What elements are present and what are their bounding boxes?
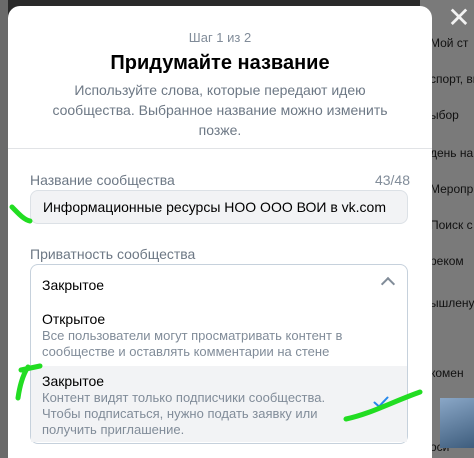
- step-indicator: Шаг 1 из 2: [188, 30, 252, 45]
- community-name-label: Название сообщества: [30, 172, 175, 188]
- background-text: день на: [430, 146, 474, 160]
- chevron-up-icon: [380, 276, 396, 292]
- background-thumbnail: [440, 398, 474, 448]
- modal-title: Придумайте название: [110, 52, 330, 74]
- privacy-label: Приватность сообщества: [30, 246, 196, 262]
- create-community-modal: Шаг 1 из 2 Придумайте название Используй…: [8, 6, 432, 458]
- background-text: реком: [430, 254, 464, 268]
- background-text: комен: [430, 366, 464, 380]
- background-text: Поиск с: [430, 218, 473, 232]
- privacy-select[interactable]: Закрытое: [30, 264, 408, 304]
- check-icon: [373, 396, 389, 408]
- privacy-option-open[interactable]: Открытое Все пользователи могут просматр…: [31, 304, 407, 360]
- modal-description: Используйте слова, которые передают идею…: [52, 82, 388, 138]
- community-name-input[interactable]: Информационные ресурсы НОО ООО ВОИ в vk.…: [30, 190, 408, 224]
- background-text: ыбор: [430, 108, 459, 122]
- close-icon[interactable]: ✕: [447, 4, 471, 32]
- privacy-option-closed[interactable]: Закрытое Контент видят только подписчики…: [31, 366, 407, 442]
- divider: [8, 148, 432, 149]
- background-text: ышлену: [430, 296, 474, 310]
- option-title: Открытое: [42, 311, 106, 327]
- background-text: Меропр: [430, 182, 474, 196]
- character-counter: 43/48: [374, 172, 410, 188]
- background-text: Мой ст: [430, 36, 469, 50]
- background-page-left-edge: [0, 0, 8, 458]
- privacy-selected-value: Закрытое: [42, 277, 105, 293]
- option-title: Закрытое: [42, 373, 105, 389]
- option-description: Все пользователи могут просматривать кон…: [42, 328, 343, 359]
- privacy-dropdown: Открытое Все пользователи могут просматр…: [30, 304, 408, 444]
- option-description: Контент видят только подписчики сообщест…: [42, 390, 326, 437]
- background-text: спорт, вы: [430, 72, 474, 86]
